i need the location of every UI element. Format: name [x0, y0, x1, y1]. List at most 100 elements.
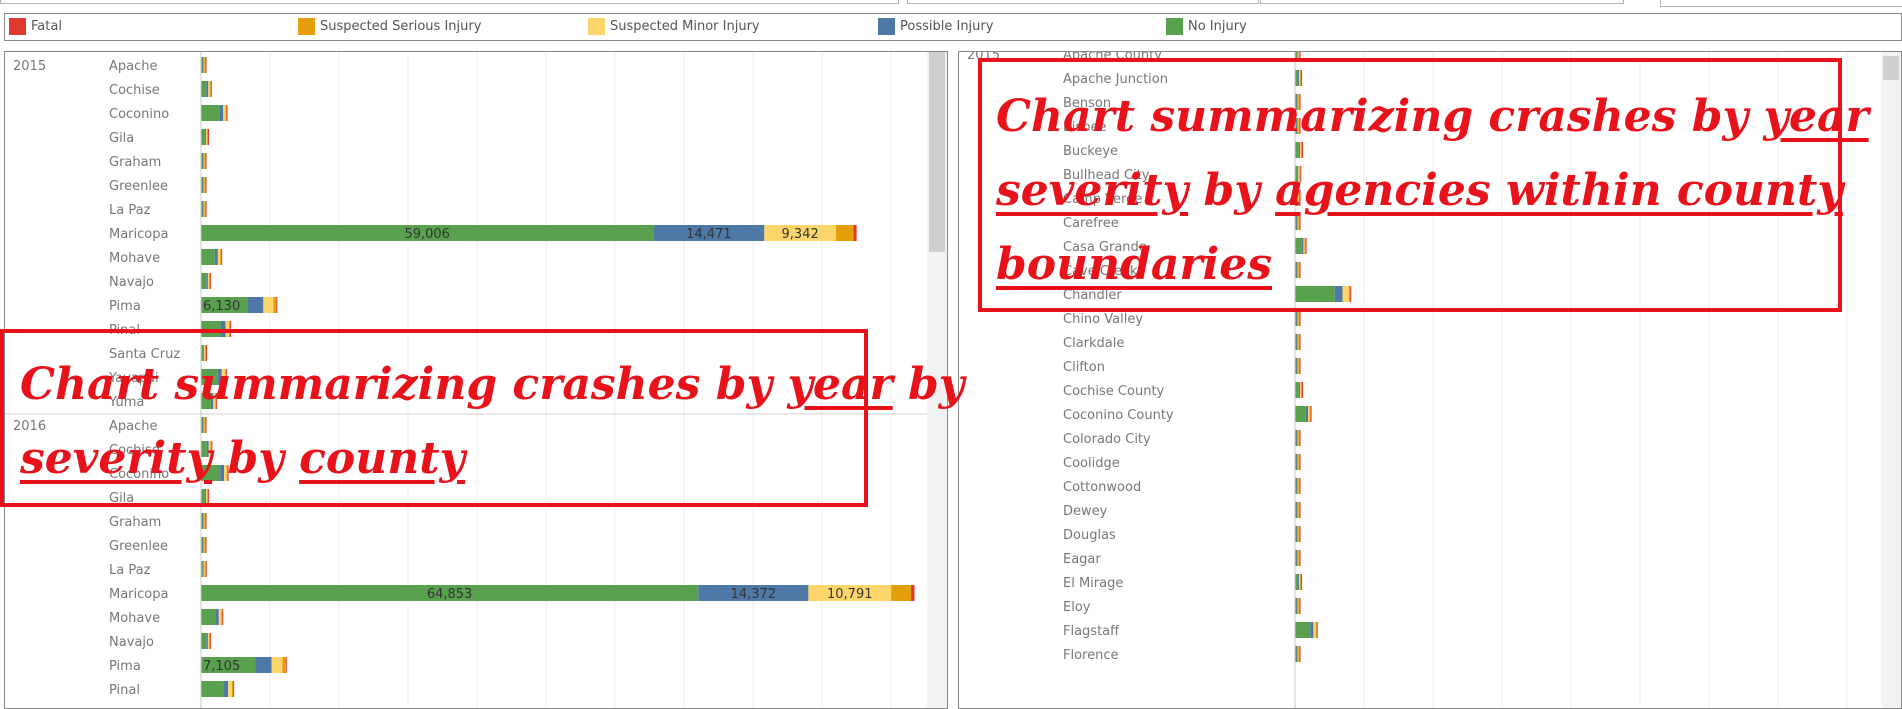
bar-segment: [1298, 454, 1300, 470]
bar-segment: [285, 657, 287, 673]
bar-segment: [203, 57, 205, 73]
bar-segment: [1299, 382, 1301, 398]
row-label: Pinal: [109, 683, 140, 698]
bar-segment: [201, 633, 207, 649]
bar-segment: [207, 633, 209, 649]
bar-segment: [1298, 430, 1300, 446]
bar-segment: [205, 153, 207, 169]
severity-legend: Fatal Suspected Serious Injury Suspected M…: [4, 13, 1902, 41]
bar-segment: [282, 657, 286, 673]
bar-segment: [1295, 406, 1306, 422]
bar-segment: [203, 177, 205, 193]
bar-segment: [1298, 334, 1300, 350]
bar-segment: [1310, 406, 1312, 422]
bar-segment: [204, 201, 206, 217]
bar-segment: [1297, 598, 1299, 614]
bar-segment: [1297, 454, 1299, 470]
bar-segment: [206, 129, 208, 145]
bar-segment: [233, 681, 235, 697]
bar-segment: [1299, 550, 1301, 566]
bar-segment: [219, 105, 224, 121]
bar-segment: [1301, 574, 1303, 590]
row-label: Maricopa: [109, 227, 168, 242]
bar-segment: [1299, 598, 1301, 614]
bar-segment: [891, 585, 912, 601]
annot-left-1b: year: [787, 359, 893, 410]
legend-swatch: [298, 18, 315, 35]
bar-segment: [255, 657, 272, 673]
row-label: Cochise: [109, 83, 160, 98]
bar-segment: [1299, 526, 1301, 542]
annot-right-1a: Chart summarizing crashes by: [996, 91, 1764, 142]
bar-segment: [1299, 502, 1301, 518]
row-label: Cochise County: [1063, 384, 1165, 399]
data-label: 10,791: [827, 587, 873, 602]
legend-swatch: [9, 18, 26, 35]
bar-segment: [223, 105, 226, 121]
bar-segment: [1298, 574, 1300, 590]
county-chart-scroll-thumb[interactable]: [929, 52, 945, 252]
bar-segment: [203, 561, 205, 577]
row-label: El Mirage: [1063, 576, 1123, 591]
bar-segment: [205, 537, 207, 553]
legend-label: No Injury: [1188, 19, 1247, 34]
bar-segment: [273, 297, 277, 313]
bar-segment: [835, 225, 854, 241]
annot-right-1b: year: [1763, 91, 1869, 142]
row-label: Pima: [109, 299, 141, 314]
bar-segment: [205, 201, 207, 217]
bar-segment: [1298, 310, 1300, 326]
row-label: Coconino: [109, 107, 169, 122]
bar-segment: [221, 609, 223, 625]
bar-segment: [208, 633, 210, 649]
row-label: Pima: [109, 659, 141, 674]
bar-segment: [1300, 382, 1302, 398]
bar-segment: [202, 153, 204, 169]
legend-item-suspected-serious-injury[interactable]: Suspected Serious Injury: [298, 18, 481, 35]
bar-segment: [203, 513, 205, 529]
legend-item-no-injury[interactable]: No Injury: [1166, 18, 1247, 35]
row-label: Flagstaff: [1063, 624, 1120, 639]
legend-item-possible-injury[interactable]: Possible Injury: [878, 18, 993, 35]
bar-segment: [205, 129, 207, 145]
bar-segment: [911, 585, 915, 601]
bar-segment: [201, 273, 207, 289]
bar-segment: [215, 609, 219, 625]
bar-segment: [1299, 430, 1301, 446]
legend-item-fatal[interactable]: Fatal: [9, 18, 62, 35]
row-label: Maricopa: [109, 587, 168, 602]
bar-segment: [1299, 454, 1301, 470]
row-label: Clarkdale: [1063, 336, 1124, 351]
bar-segment: [222, 609, 224, 625]
bar-segment: [220, 249, 222, 265]
bar-segment: [1299, 310, 1301, 326]
legend-swatch: [588, 18, 605, 35]
bar-segment: [214, 249, 218, 265]
row-label: Coconino County: [1063, 408, 1174, 423]
agency-chart-scroll-thumb[interactable]: [1883, 56, 1899, 80]
bar-segment: [1298, 358, 1300, 374]
bar-segment: [223, 681, 229, 697]
agency-chart-scrollbar[interactable]: [1881, 52, 1901, 708]
legend-label: Fatal: [31, 19, 62, 34]
top-strip: [0, 0, 1902, 8]
bar-segment: [1298, 478, 1300, 494]
bar-segment: [1300, 574, 1302, 590]
bar-segment: [210, 81, 212, 97]
annot-left-2b: by: [212, 433, 300, 484]
row-label: Douglas: [1063, 528, 1116, 543]
bar-segment: [201, 105, 220, 121]
bar-segment: [1295, 382, 1299, 398]
bar-segment: [209, 633, 211, 649]
bar-segment: [1297, 430, 1299, 446]
bar-segment: [205, 177, 207, 193]
legend-item-suspected-minor-injury[interactable]: Suspected Minor Injury: [588, 18, 760, 35]
annot-right-3a: boundaries: [996, 239, 1273, 290]
bar-segment: [209, 81, 211, 97]
bar-segment: [1297, 502, 1299, 518]
data-label: 14,471: [686, 227, 732, 242]
annotation-agency-text: Chart summarizing crashes by year severi…: [996, 80, 1869, 302]
bar-segment: [203, 201, 205, 217]
bar-segment: [1298, 550, 1300, 566]
bar-segment: [1299, 334, 1301, 350]
